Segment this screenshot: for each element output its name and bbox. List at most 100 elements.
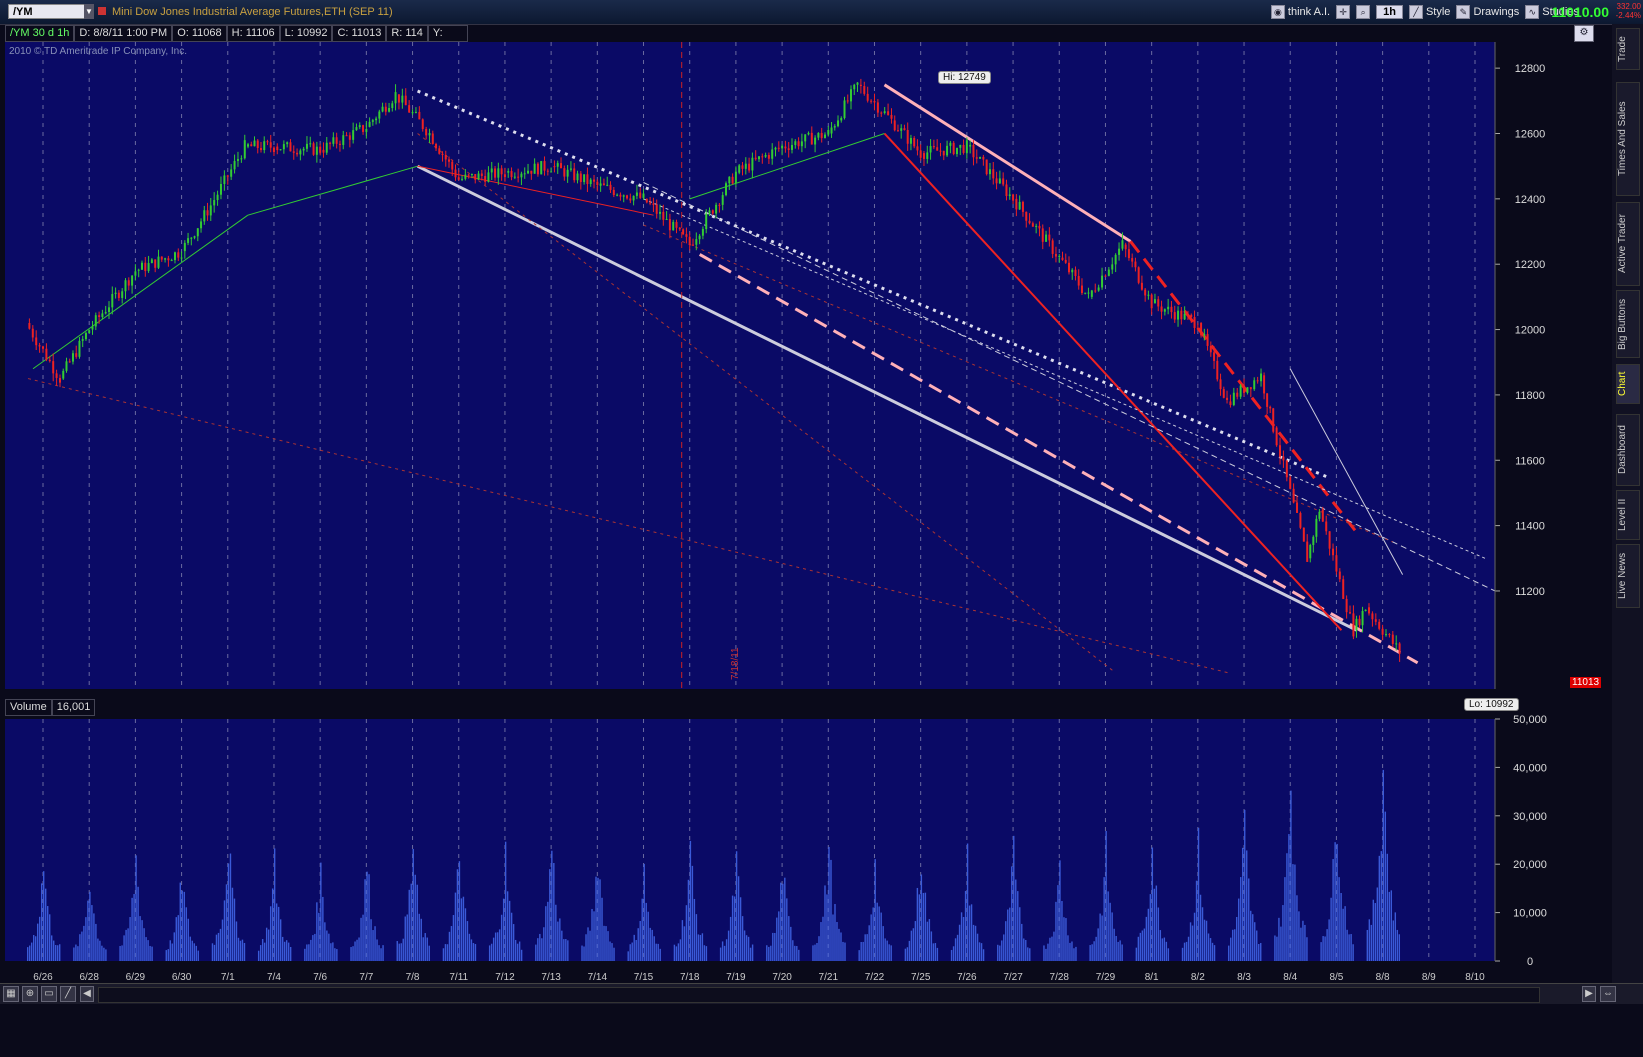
candle-body: [527, 170, 530, 174]
candle-body: [319, 146, 322, 153]
volume-bar: [396, 941, 398, 961]
volume-bar: [45, 888, 47, 961]
tab-chart[interactable]: Chart: [1616, 364, 1640, 404]
candle-body: [1097, 287, 1100, 291]
volume-bar: [834, 904, 836, 961]
volume-bar: [858, 950, 860, 961]
candle-body: [1381, 628, 1384, 635]
scroll-left-icon[interactable]: ◀: [80, 986, 94, 1002]
volume-bar: [1095, 936, 1097, 961]
volume-bar: [368, 874, 370, 961]
volume-bar: [314, 933, 316, 961]
volume-bar: [1234, 929, 1236, 961]
zoom-in-icon[interactable]: ⊕: [22, 986, 38, 1002]
candle-body: [1067, 262, 1070, 273]
candle-body: [1219, 379, 1222, 390]
expand-icon[interactable]: ⇔: [1600, 986, 1616, 1002]
candle-body: [117, 292, 120, 298]
volume-bar: [273, 848, 276, 961]
volume-bar: [496, 932, 499, 961]
x-tick-label: 7/12: [495, 972, 515, 983]
candle-body: [150, 259, 153, 264]
volume-bar: [211, 943, 214, 961]
volume-bar: [1258, 944, 1260, 961]
candle-body: [1355, 618, 1358, 631]
candle-body: [1243, 385, 1246, 393]
candle-body: [853, 84, 856, 90]
candle-body: [1345, 598, 1348, 613]
candle-body: [45, 348, 48, 360]
volume-bar: [766, 945, 768, 961]
tab-big-buttons[interactable]: Big Buttons: [1616, 290, 1640, 358]
volume-bar: [1294, 864, 1296, 961]
tab-live-news[interactable]: Live News: [1616, 544, 1640, 608]
volume-bar: [882, 926, 884, 961]
candle-body: [682, 229, 685, 235]
volume-bar: [1244, 809, 1246, 961]
volume-bar: [631, 942, 633, 961]
volume-bar: [655, 943, 657, 961]
volume-bar: [1153, 888, 1156, 961]
candle-body: [1080, 285, 1083, 293]
time-scrollbar[interactable]: [98, 987, 1540, 1003]
volume-bar: [97, 938, 99, 961]
x-tick-label: 7/7: [359, 972, 373, 983]
volume-bar: [213, 944, 216, 961]
volume-bar: [1051, 936, 1053, 961]
y-tick-label: 11600: [1515, 455, 1545, 467]
tab-active-trader[interactable]: Active Trader: [1616, 202, 1640, 286]
tab-dashboard[interactable]: Dashboard: [1616, 414, 1640, 486]
candle-body: [1015, 198, 1018, 210]
candle-body: [263, 141, 266, 151]
candle-body: [1051, 240, 1054, 254]
volume-bar: [406, 914, 408, 961]
volume-bar: [332, 942, 334, 961]
candle-body: [338, 143, 341, 145]
volume-bar: [1374, 903, 1377, 961]
drawing-tool-icon[interactable]: ╱: [60, 986, 76, 1002]
candle-body: [517, 176, 520, 178]
volume-bar: [727, 930, 730, 961]
candle-body: [909, 137, 912, 144]
volume-bar: [555, 904, 557, 961]
volume-bar: [376, 939, 378, 961]
volume-bar: [1065, 918, 1067, 961]
volume-bar: [1236, 916, 1238, 961]
volume-bar: [1296, 895, 1298, 961]
grid-layout-icon[interactable]: ▦: [3, 986, 19, 1002]
candle-body: [513, 176, 516, 178]
volume-bar: [1228, 945, 1230, 961]
candle-body: [725, 183, 728, 196]
candle-body: [494, 168, 497, 178]
volume-bar: [490, 943, 493, 961]
volume-bar: [1111, 912, 1113, 961]
x-tick-label: 8/9: [1422, 972, 1436, 983]
candle-body: [438, 148, 441, 154]
price-chart[interactable]: 12800 12600 12400 12200 12000 11800 11600 11400…: [0, 0, 1643, 983]
candle-body: [305, 143, 308, 149]
candle-body: [863, 86, 866, 94]
tab-level-ii[interactable]: Level II: [1616, 490, 1640, 540]
candle-body: [219, 183, 222, 195]
candle-body: [800, 141, 803, 147]
candle-body: [748, 163, 751, 171]
candle-body: [183, 242, 186, 252]
zoom-out-icon[interactable]: ▭: [41, 986, 57, 1002]
y-tick-label: 12800: [1515, 63, 1546, 75]
volume-bar: [541, 938, 543, 961]
scroll-right-icon[interactable]: ▶: [1582, 986, 1596, 1002]
volume-bar: [452, 915, 455, 961]
volume-bar: [553, 862, 555, 961]
volume-bar: [1346, 929, 1348, 961]
candle-body: [177, 252, 180, 258]
tab-trade[interactable]: Trade: [1616, 28, 1640, 70]
candle-body: [1035, 225, 1038, 227]
volume-bar: [81, 931, 83, 961]
volume-bar: [589, 930, 591, 961]
volume-bar: [784, 877, 786, 961]
candle-body: [1318, 511, 1321, 519]
tab-times-and-sales[interactable]: Times And Sales: [1616, 82, 1640, 196]
candle-body: [794, 141, 797, 146]
x-tick-label: 7/26: [957, 972, 977, 983]
volume-bar: [1093, 941, 1095, 961]
